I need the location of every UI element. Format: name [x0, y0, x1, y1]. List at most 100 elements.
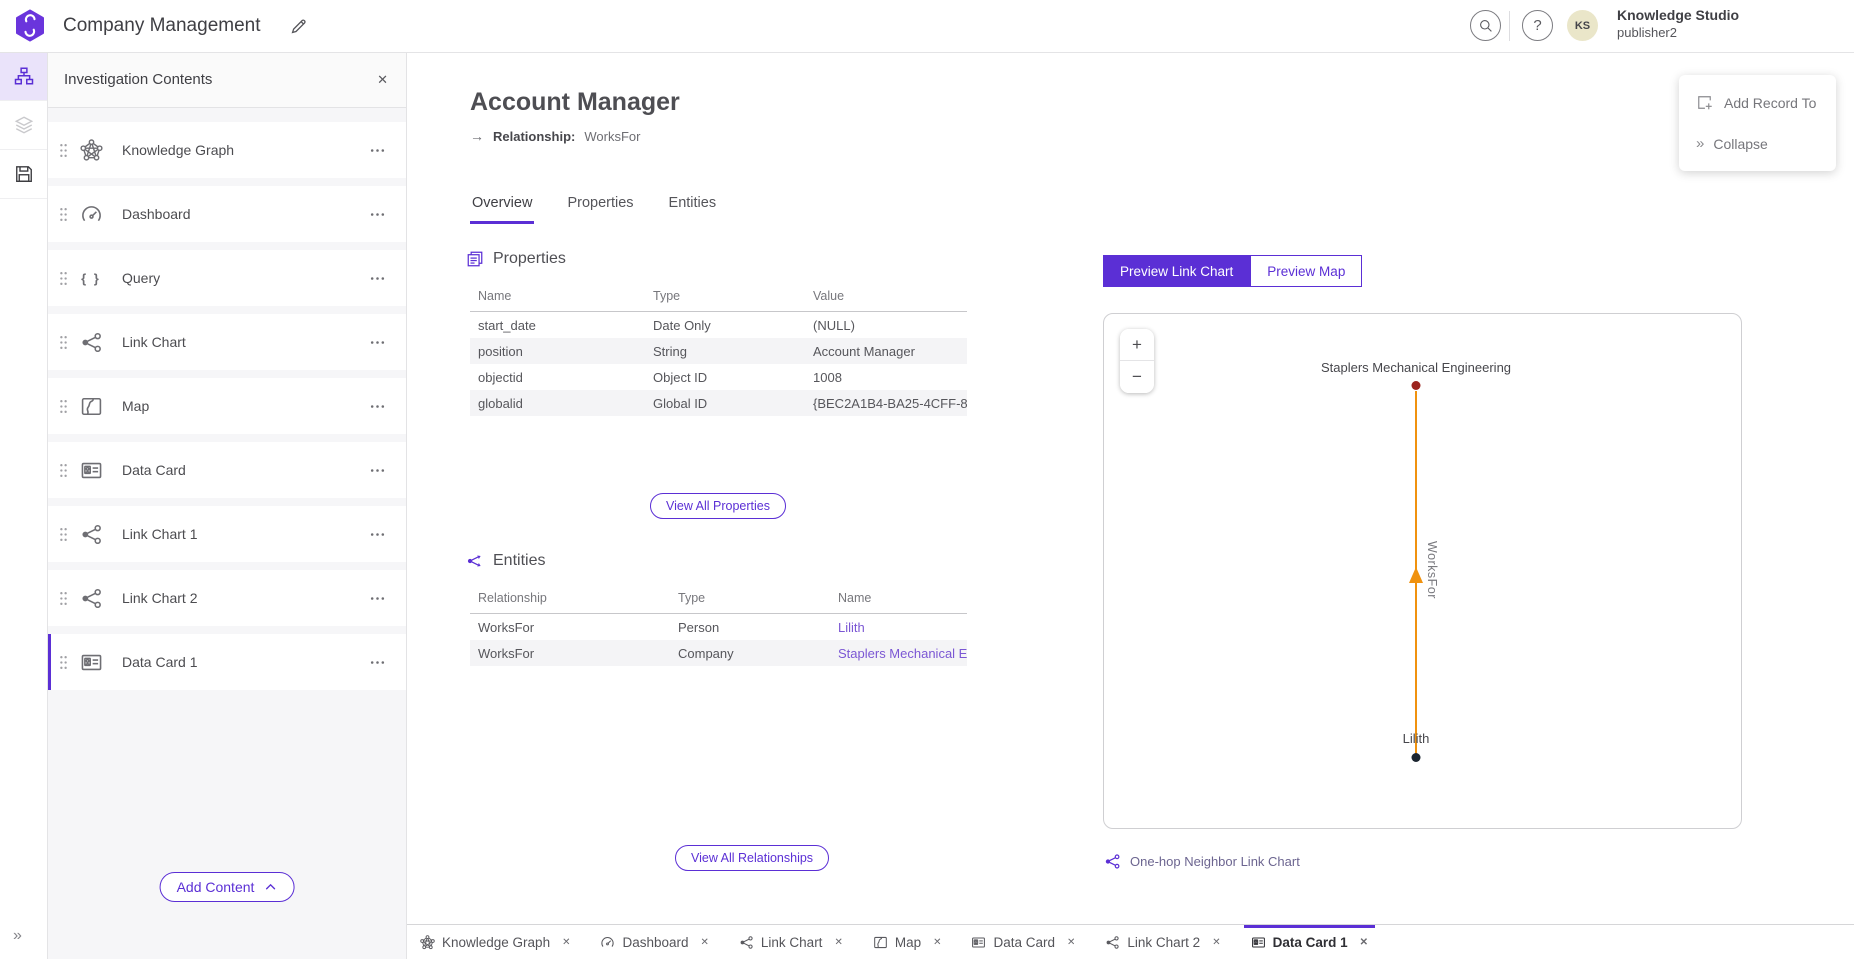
- column-header: Relationship: [470, 584, 670, 614]
- contents-item-map[interactable]: Map: [48, 378, 406, 434]
- more-options-button[interactable]: [367, 332, 388, 353]
- help-button[interactable]: ?: [1522, 10, 1553, 41]
- tab-entities[interactable]: Entities: [667, 192, 719, 224]
- avatar[interactable]: KS: [1567, 10, 1598, 41]
- drag-handle-icon[interactable]: [58, 270, 69, 287]
- table-row[interactable]: globalid Global ID {BEC2A1B4-BA25-4CFF-8…: [470, 390, 967, 416]
- more-options-button[interactable]: [367, 268, 388, 289]
- preview-map-button[interactable]: Preview Map: [1250, 255, 1362, 287]
- bottom-tab-link-chart-2[interactable]: Link Chart 2 ✕: [1105, 925, 1220, 960]
- contents-item-data-card-1[interactable]: Data Card 1: [48, 634, 406, 690]
- bottom-tab-map[interactable]: Map ✕: [873, 925, 942, 960]
- user-name: Knowledge Studio: [1617, 7, 1739, 24]
- entities-network-icon: [466, 552, 484, 570]
- search-button[interactable]: [1470, 10, 1501, 41]
- link-chart-icon: [1104, 853, 1121, 870]
- table-row[interactable]: WorksFor Person Lilith: [470, 614, 967, 641]
- more-options-button[interactable]: [367, 652, 388, 673]
- contents-item-link-chart-2[interactable]: Link Chart 2: [48, 570, 406, 626]
- chart-caption-text: One-hop Neighbor Link Chart: [1130, 854, 1300, 869]
- add-content-button[interactable]: Add Content: [160, 872, 295, 902]
- zoom-out-button[interactable]: −: [1120, 361, 1154, 393]
- more-options-button[interactable]: [367, 460, 388, 481]
- chart-edge-label: WorksFor: [1425, 541, 1439, 599]
- drag-handle-icon[interactable]: [58, 462, 69, 479]
- chart-caption: One-hop Neighbor Link Chart: [1104, 853, 1300, 870]
- drag-handle-icon[interactable]: [58, 334, 69, 351]
- preview-link-chart-button[interactable]: Preview Link Chart: [1103, 255, 1250, 287]
- zoom-in-button[interactable]: +: [1120, 329, 1154, 361]
- ellipsis-icon: [369, 398, 386, 415]
- chart-edge-arrow: [1409, 567, 1423, 583]
- rail-item-layers[interactable]: [0, 101, 47, 150]
- ellipsis-icon: [369, 206, 386, 223]
- table-row[interactable]: objectid Object ID 1008: [470, 364, 967, 390]
- add-record-icon: [1696, 94, 1713, 111]
- tab-close-icon[interactable]: ✕: [933, 937, 941, 948]
- contents-item-link-chart[interactable]: Link Chart: [48, 314, 406, 370]
- drag-handle-icon[interactable]: [58, 206, 69, 223]
- menu-item-add-record-to[interactable]: Add Record To: [1679, 82, 1836, 123]
- contents-item-label: Map: [122, 398, 367, 414]
- bottom-tab-knowledge-graph[interactable]: Knowledge Graph ✕: [420, 925, 570, 960]
- more-options-button[interactable]: [367, 524, 388, 545]
- view-all-properties-button[interactable]: View All Properties: [650, 493, 786, 519]
- more-options-button[interactable]: [367, 204, 388, 225]
- record-detail-view: Account Manager → Relationship: WorksFor…: [407, 52, 1854, 924]
- drag-handle-icon[interactable]: [58, 398, 69, 415]
- tab-close-icon[interactable]: ✕: [701, 937, 709, 948]
- drag-handle-icon[interactable]: [58, 142, 69, 159]
- close-panel-button[interactable]: ✕: [375, 70, 390, 90]
- bottom-tab-dashboard[interactable]: Dashboard ✕: [600, 925, 708, 960]
- contents-list: Knowledge Graph Dashboard { } Query Link…: [48, 108, 406, 690]
- table-row[interactable]: WorksFor Company Staplers Mechanical Eng…: [470, 640, 967, 666]
- dashboard-icon: [79, 202, 103, 226]
- view-all-relationships-button[interactable]: View All Relationships: [675, 845, 829, 871]
- tab-label: Map: [895, 935, 921, 950]
- bottom-tab-link-chart[interactable]: Link Chart ✕: [739, 925, 843, 960]
- tab-close-icon[interactable]: ✕: [834, 937, 842, 948]
- ellipsis-icon: [369, 526, 386, 543]
- tab-close-icon[interactable]: ✕: [562, 937, 570, 948]
- bottom-tab-data-card-1[interactable]: Data Card 1 ✕: [1251, 925, 1368, 960]
- link-chart-icon: [79, 330, 103, 354]
- tab-properties[interactable]: Properties: [565, 192, 635, 224]
- tab-close-icon[interactable]: ✕: [1067, 937, 1075, 948]
- contents-item-data-card[interactable]: Data Card: [48, 442, 406, 498]
- drag-handle-icon[interactable]: [58, 590, 69, 607]
- link-chart-preview[interactable]: + − Staplers Mechanical Engineering Work…: [1103, 313, 1742, 829]
- collapse-chevrons-icon: »: [1696, 135, 1702, 152]
- contents-item-query[interactable]: { } Query: [48, 250, 406, 306]
- link-chart-icon: [739, 935, 754, 950]
- edit-title-button[interactable]: [289, 16, 309, 36]
- contents-item-knowledge-graph[interactable]: Knowledge Graph: [48, 122, 406, 178]
- drag-handle-icon[interactable]: [58, 654, 69, 671]
- chart-node-company[interactable]: [1412, 381, 1421, 390]
- chart-node-person[interactable]: [1412, 753, 1421, 762]
- app-logo-icon: [15, 9, 45, 42]
- menu-item-collapse[interactable]: » Collapse: [1679, 123, 1836, 164]
- chevron-up-icon: [263, 880, 277, 894]
- rail-item-investigation-contents[interactable]: [0, 52, 47, 101]
- contents-item-dashboard[interactable]: Dashboard: [48, 186, 406, 242]
- entity-link-lilith[interactable]: Lilith: [838, 620, 865, 635]
- properties-doc-icon: [466, 250, 484, 268]
- expand-panel-button[interactable]: »: [13, 927, 21, 945]
- data-card-icon: [79, 458, 103, 482]
- tab-close-icon[interactable]: ✕: [1212, 937, 1220, 948]
- contents-item-link-chart-1[interactable]: Link Chart 1: [48, 506, 406, 562]
- more-options-button[interactable]: [367, 396, 388, 417]
- entity-link-staplers[interactable]: Staplers Mechanical Eng...: [838, 646, 967, 661]
- tab-overview[interactable]: Overview: [470, 192, 534, 224]
- more-options-button[interactable]: [367, 140, 388, 161]
- chart-node-label-company: Staplers Mechanical Engineering: [1321, 360, 1511, 375]
- entity-relationship: WorksFor: [470, 640, 670, 666]
- table-row[interactable]: start_date Date Only (NULL): [470, 312, 967, 339]
- tab-close-icon[interactable]: ✕: [1360, 937, 1368, 948]
- more-options-button[interactable]: [367, 588, 388, 609]
- rail-item-save[interactable]: [0, 150, 47, 199]
- data-card-icon: [1251, 935, 1266, 950]
- table-row[interactable]: position String Account Manager: [470, 338, 967, 364]
- drag-handle-icon[interactable]: [58, 526, 69, 543]
- bottom-tab-data-card[interactable]: Data Card ✕: [971, 925, 1075, 960]
